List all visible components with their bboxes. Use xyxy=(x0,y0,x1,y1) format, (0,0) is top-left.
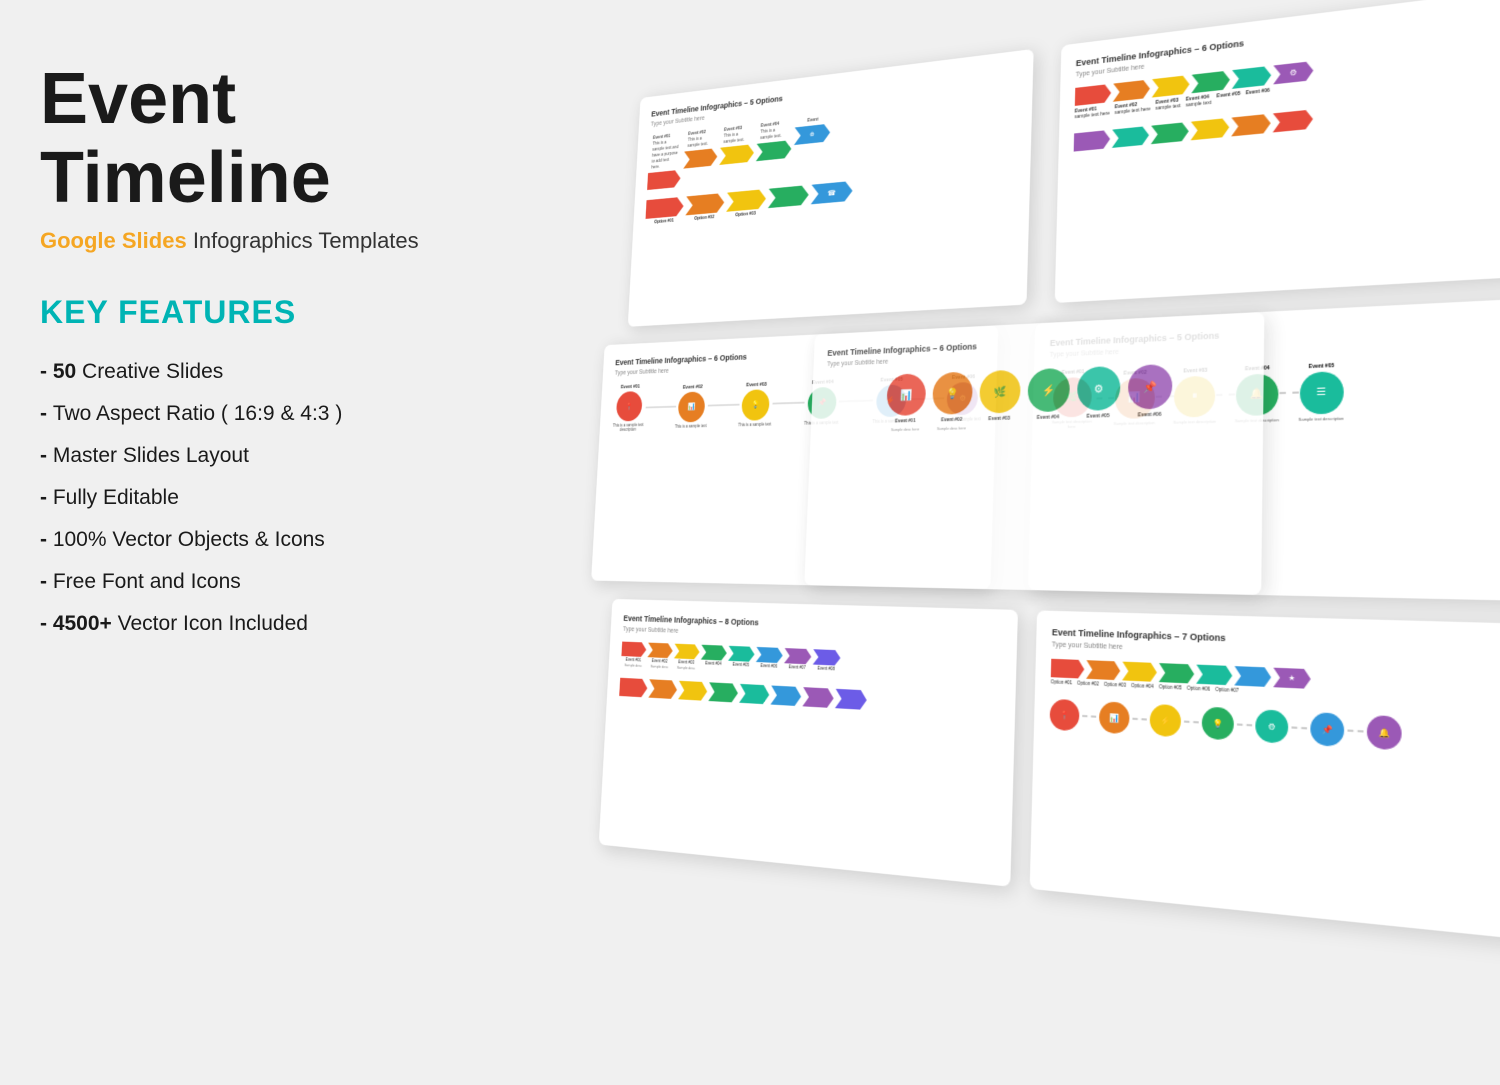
feature-item-4: Fully Editable xyxy=(40,477,460,519)
event-col-2: Event #02This is a sample text. xyxy=(682,128,718,186)
slide-card-1: Event Timeline Infographics – 5 Options … xyxy=(628,49,1034,327)
slide-inner-5: Event Timeline Infographics – 8 Options … xyxy=(599,599,1018,887)
feature-item-1: 50 Creative Slides xyxy=(40,351,460,393)
subtitle-rest: Infographics Templates xyxy=(187,228,419,253)
slide-card-6: Event Timeline Infographics – 7 Options … xyxy=(1030,610,1500,943)
features-list: 50 Creative Slides Two Aspect Ratio ( 16… xyxy=(40,351,460,645)
main-title: Event Timeline xyxy=(40,60,460,218)
brand-name: Google Slides xyxy=(40,228,187,253)
key-features-heading: KEY FEATURES xyxy=(40,294,460,331)
subtitle-line: Google Slides Infographics Templates xyxy=(40,228,460,254)
left-panel: Event Timeline Google Slides Infographic… xyxy=(40,60,460,645)
event-col-3: Event #03This is a sample text. xyxy=(718,124,755,183)
slide-inner-7: Event Timeline Infographics – 6 Options … xyxy=(804,312,1264,595)
event-col-5: Event ⊕ xyxy=(793,116,831,176)
slide-inner-6: Event Timeline Infographics – 7 Options … xyxy=(1030,610,1500,943)
flower-layout: 📊 Event #01 Sample desc here 💡 Event #02… xyxy=(824,361,1247,433)
feature-item-6: Free Font and Icons xyxy=(40,561,460,603)
feature-item-2: Two Aspect Ratio ( 16:9 & 4:3 ) xyxy=(40,393,460,435)
slide-card-2: Event Timeline Infographics – 6 Options … xyxy=(1055,0,1500,303)
slides-preview-container: Event Timeline Infographics – 5 Options … xyxy=(570,0,1500,1085)
event-col-1: Event #01This is a sample text and have … xyxy=(647,132,683,190)
slide-card-7: Event Timeline Infographics – 6 Options … xyxy=(804,312,1264,595)
feature-item-5: 100% Vector Objects & Icons xyxy=(40,519,460,561)
event-col-4: Event #04This is a sample text. xyxy=(755,120,793,180)
slide-card-5: Event Timeline Infographics – 8 Options … xyxy=(599,599,1018,887)
slide-inner-1: Event Timeline Infographics – 5 Options … xyxy=(628,49,1034,327)
feature-item-7: 4500+ Vector Icon Included xyxy=(40,603,460,645)
slide-inner-2: Event Timeline Infographics – 6 Options … xyxy=(1055,0,1500,303)
feature-item-3: Master Slides Layout xyxy=(40,435,460,477)
